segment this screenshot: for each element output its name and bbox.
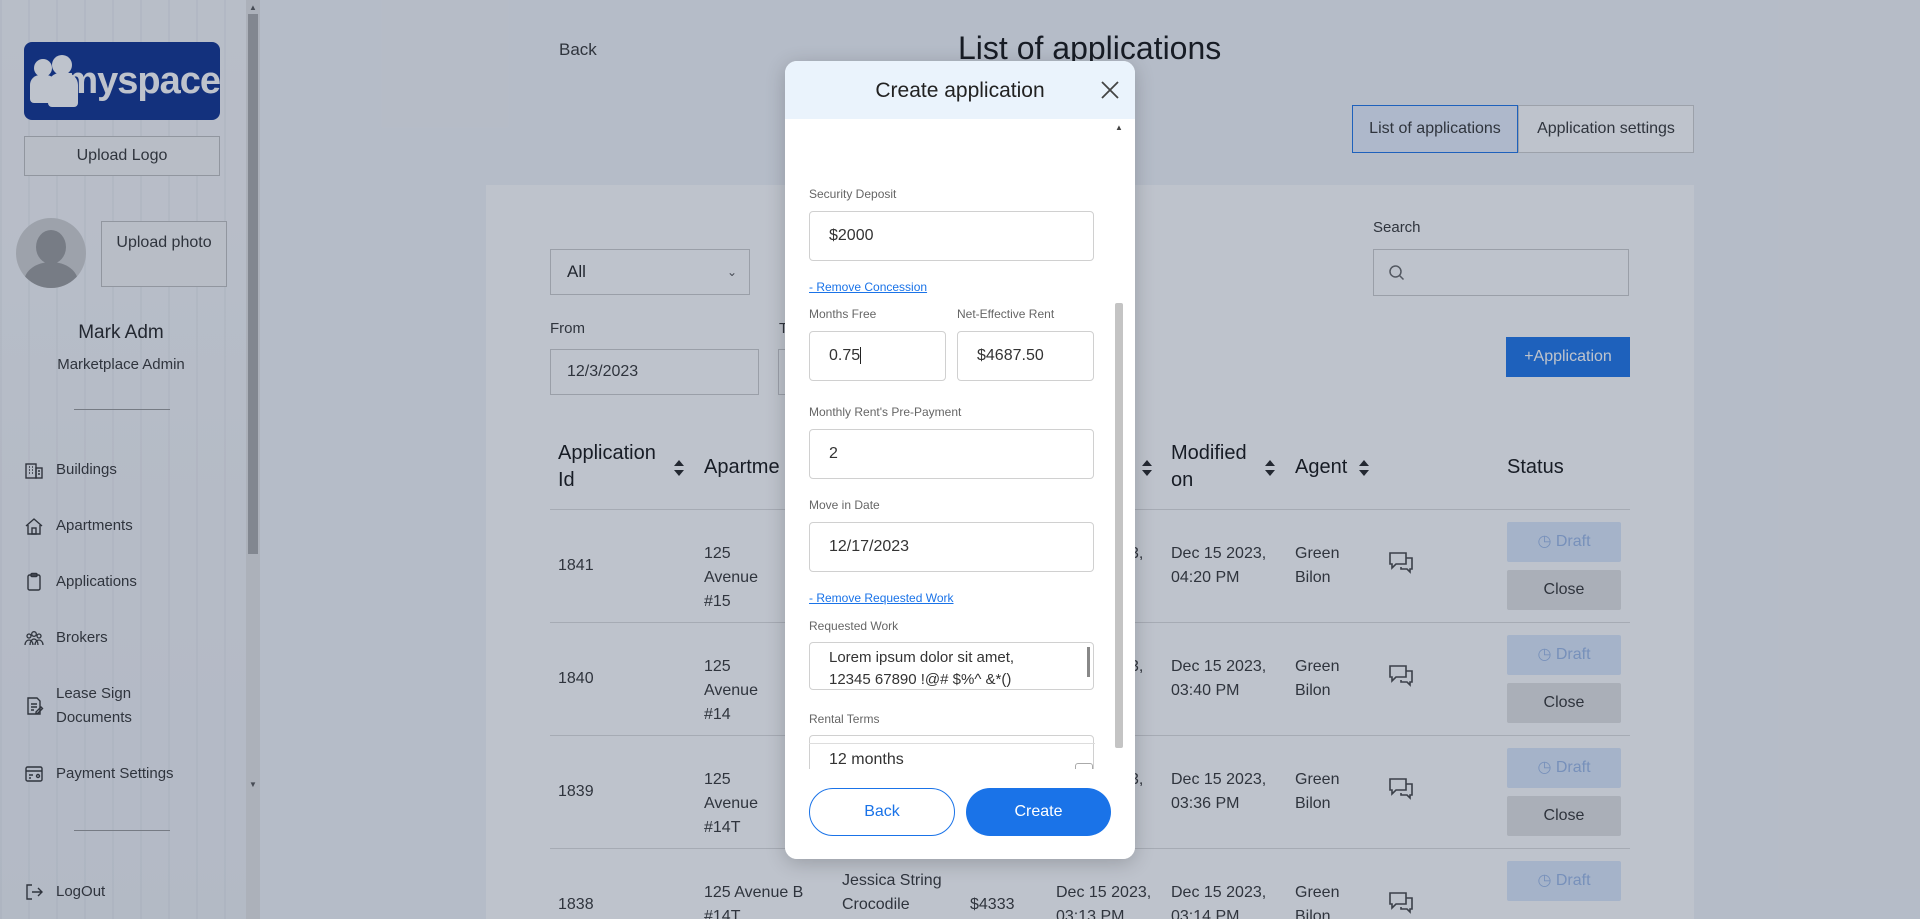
modal-body: Security Deposit $2000 - Remove Concessi… <box>785 119 1135 769</box>
prepayment-field[interactable]: 2 <box>809 429 1094 479</box>
rental-terms-label: Rental Terms <box>809 712 880 726</box>
scroll-up-icon[interactable]: ▲ <box>1115 123 1123 132</box>
textarea-scrollbar[interactable] <box>1087 647 1090 677</box>
remove-concession-link[interactable]: - Remove Concession <box>809 280 927 294</box>
requested-work-label: Requested Work <box>809 619 899 633</box>
textarea-line: Lorem ipsum dolor sit amet, <box>829 649 1015 666</box>
net-effective-rent-label: Net-Effective Rent <box>957 307 1055 321</box>
months-free-value: 0.75 <box>829 347 861 364</box>
months-free-label: Months Free <box>809 307 877 321</box>
move-in-date-field[interactable]: 12/17/2023 <box>809 522 1094 572</box>
modal-title: Create application <box>875 79 1045 102</box>
modal-scrollbar[interactable]: ▲ <box>1112 123 1126 769</box>
rental-terms-field[interactable]: 12 months <box>809 735 1094 769</box>
textarea-line: 12345 67890 !@# $%^ &*() <box>829 671 1012 688</box>
months-free-field[interactable]: 0.75 <box>809 331 946 381</box>
divider <box>809 743 1095 744</box>
create-application-modal: Create application Security Deposit $200… <box>785 61 1135 859</box>
prepayment-label: Monthly Rent's Pre-Payment <box>809 405 962 419</box>
move-in-date-label: Move in Date <box>809 498 880 512</box>
remove-requested-work-link[interactable]: - Remove Requested Work <box>809 591 954 605</box>
create-button[interactable]: Create <box>966 788 1111 836</box>
security-deposit-label: Security Deposit <box>809 187 897 201</box>
modal-header: Create application <box>785 61 1135 119</box>
close-icon[interactable] <box>1101 81 1119 99</box>
back-button[interactable]: Back <box>809 788 955 836</box>
net-effective-rent-field[interactable]: $4687.50 <box>957 331 1094 381</box>
security-deposit-field[interactable]: $2000 <box>809 211 1094 261</box>
scrollbar-thumb[interactable] <box>1115 303 1123 748</box>
requested-work-textarea[interactable]: Lorem ipsum dolor sit amet, 12345 67890 … <box>809 642 1094 690</box>
